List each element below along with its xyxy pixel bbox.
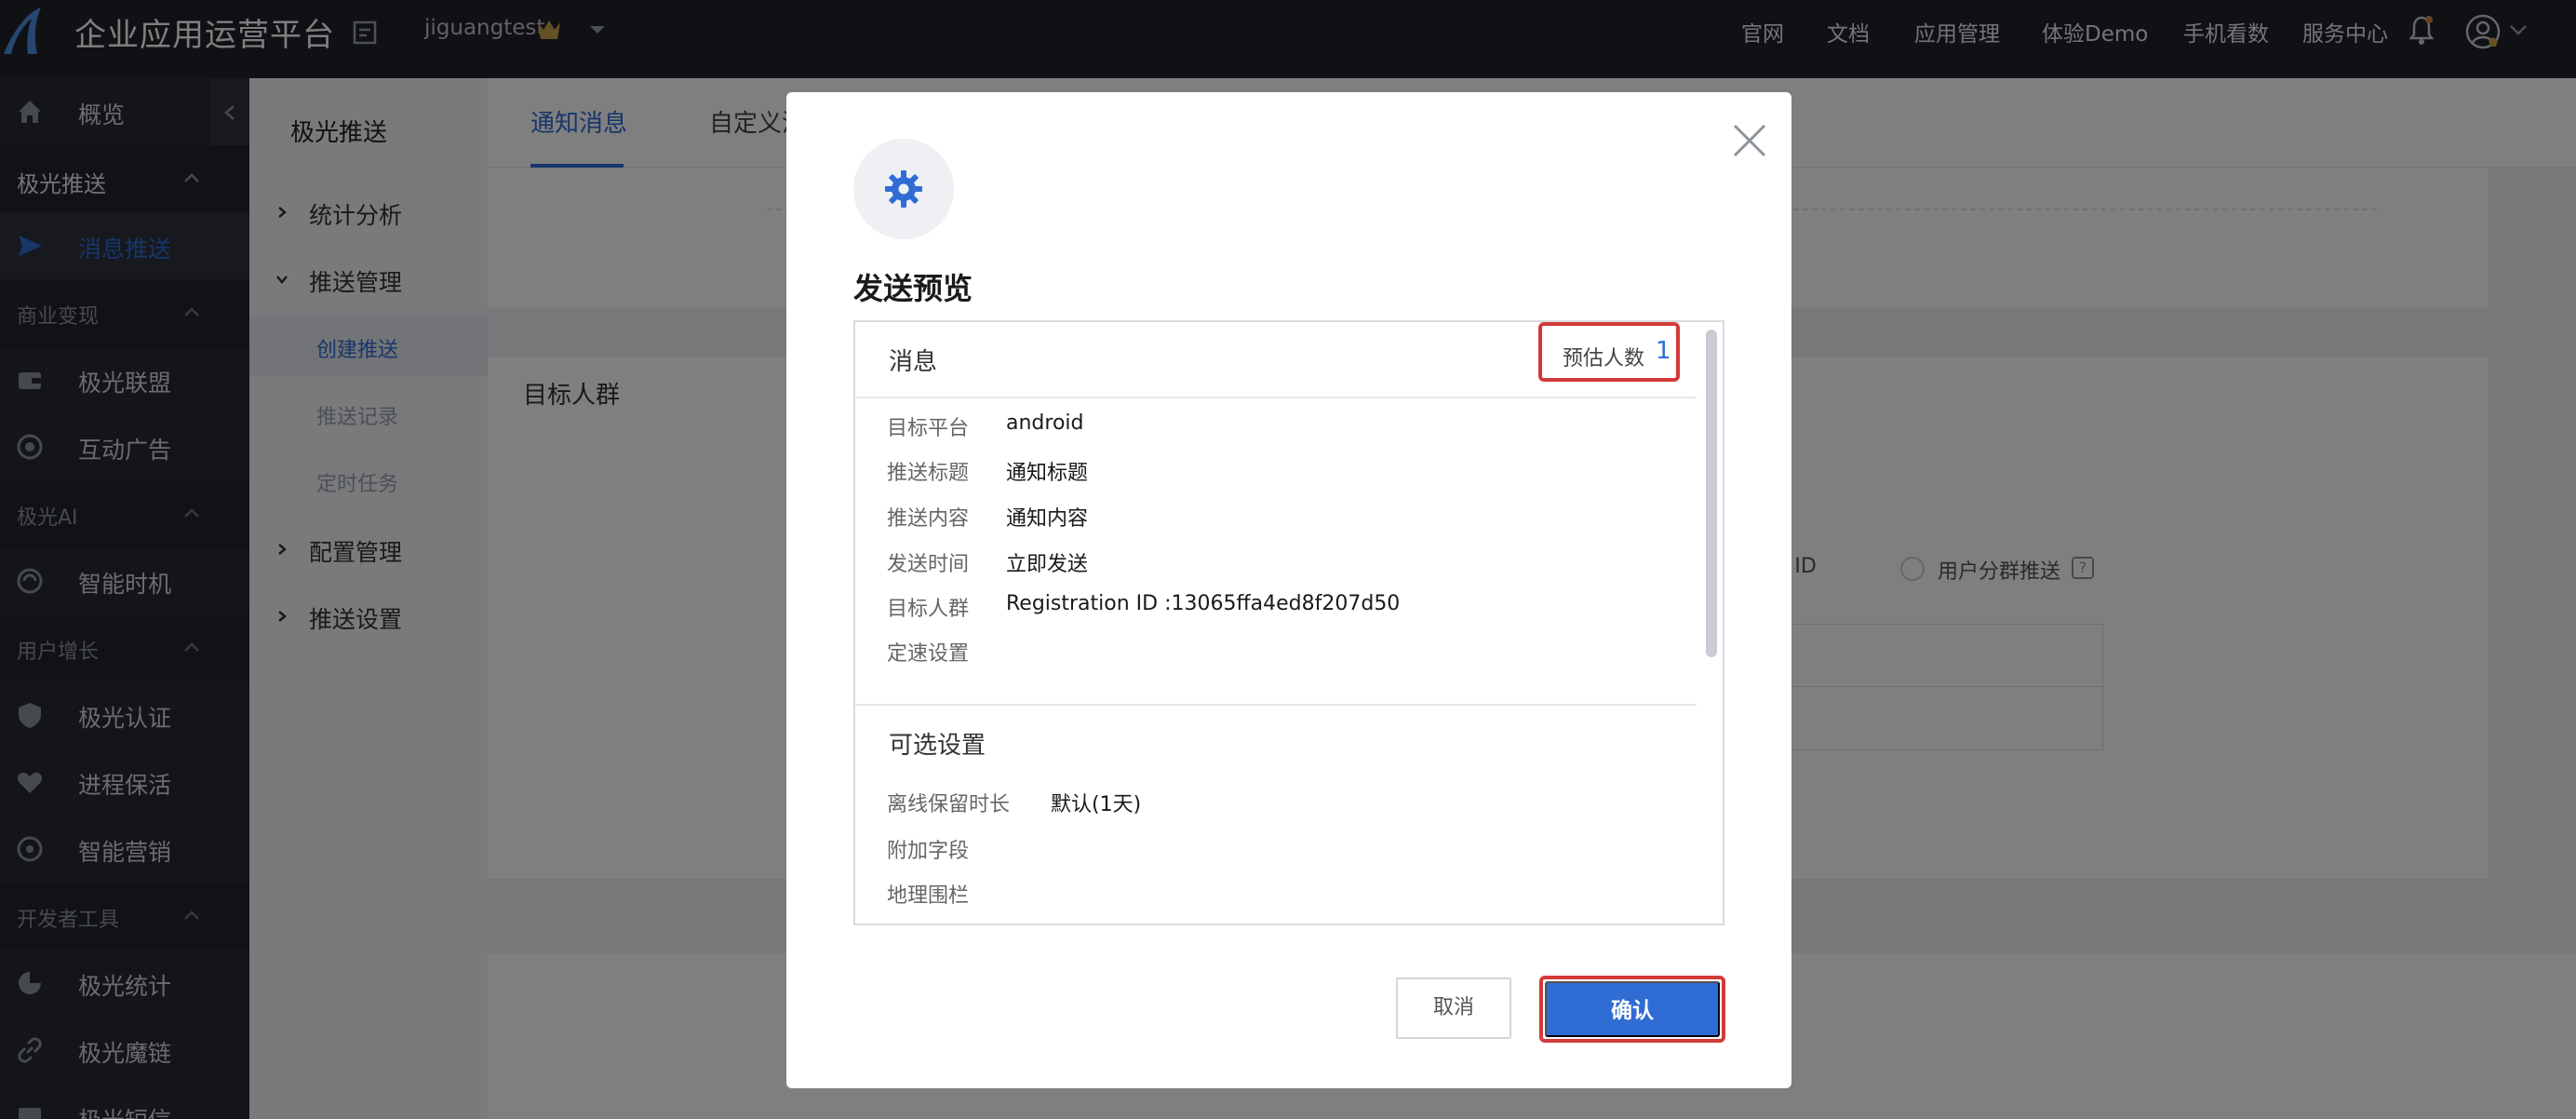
cancel-button[interactable]: 取消 bbox=[1396, 977, 1511, 1039]
divider bbox=[855, 397, 1697, 398]
message-section-title: 消息 bbox=[889, 348, 938, 376]
send-preview-modal: 发送预览 消息 目标平台 android 推送标题 通知标题 推送内容 通知内容… bbox=[786, 92, 1791, 1088]
optional-section-title: 可选设置 bbox=[889, 732, 986, 760]
divider bbox=[855, 704, 1697, 706]
modal-title: 发送预览 bbox=[853, 271, 973, 306]
estimate-value: 1 bbox=[1656, 337, 1671, 365]
target-platform-value: android bbox=[1006, 411, 1084, 435]
row-label: 发送时间 bbox=[887, 553, 970, 576]
target-audience-value: Registration ID :13065ffa4ed8f207d50 bbox=[1006, 592, 1401, 615]
row-label: 附加字段 bbox=[887, 840, 970, 863]
push-title-value: 通知标题 bbox=[1006, 462, 1089, 485]
scrollbar-thumb[interactable] bbox=[1706, 330, 1717, 657]
offline-ttl-value: 默认(1天) bbox=[1051, 793, 1142, 816]
estimate-label: 预估人数 bbox=[1563, 347, 1645, 371]
close-icon[interactable] bbox=[1729, 120, 1770, 161]
row-label: 定速设置 bbox=[887, 642, 970, 666]
push-content-value: 通知内容 bbox=[1006, 507, 1089, 531]
estimate-count-box: 预估人数 1 bbox=[1538, 322, 1680, 382]
row-label: 离线保留时长 bbox=[887, 793, 1011, 816]
gear-badge bbox=[853, 139, 954, 239]
row-label: 目标平台 bbox=[887, 417, 970, 440]
preview-panel: 消息 目标平台 android 推送标题 通知标题 推送内容 通知内容 发送时间… bbox=[853, 320, 1724, 925]
row-label: 地理围栏 bbox=[887, 884, 970, 908]
gear-icon bbox=[885, 170, 922, 208]
row-label: 推送标题 bbox=[887, 462, 970, 485]
row-label: 目标人群 bbox=[887, 598, 970, 621]
send-time-value: 立即发送 bbox=[1006, 553, 1089, 576]
confirm-button[interactable]: 确认 bbox=[1545, 981, 1720, 1037]
row-label: 推送内容 bbox=[887, 507, 970, 531]
